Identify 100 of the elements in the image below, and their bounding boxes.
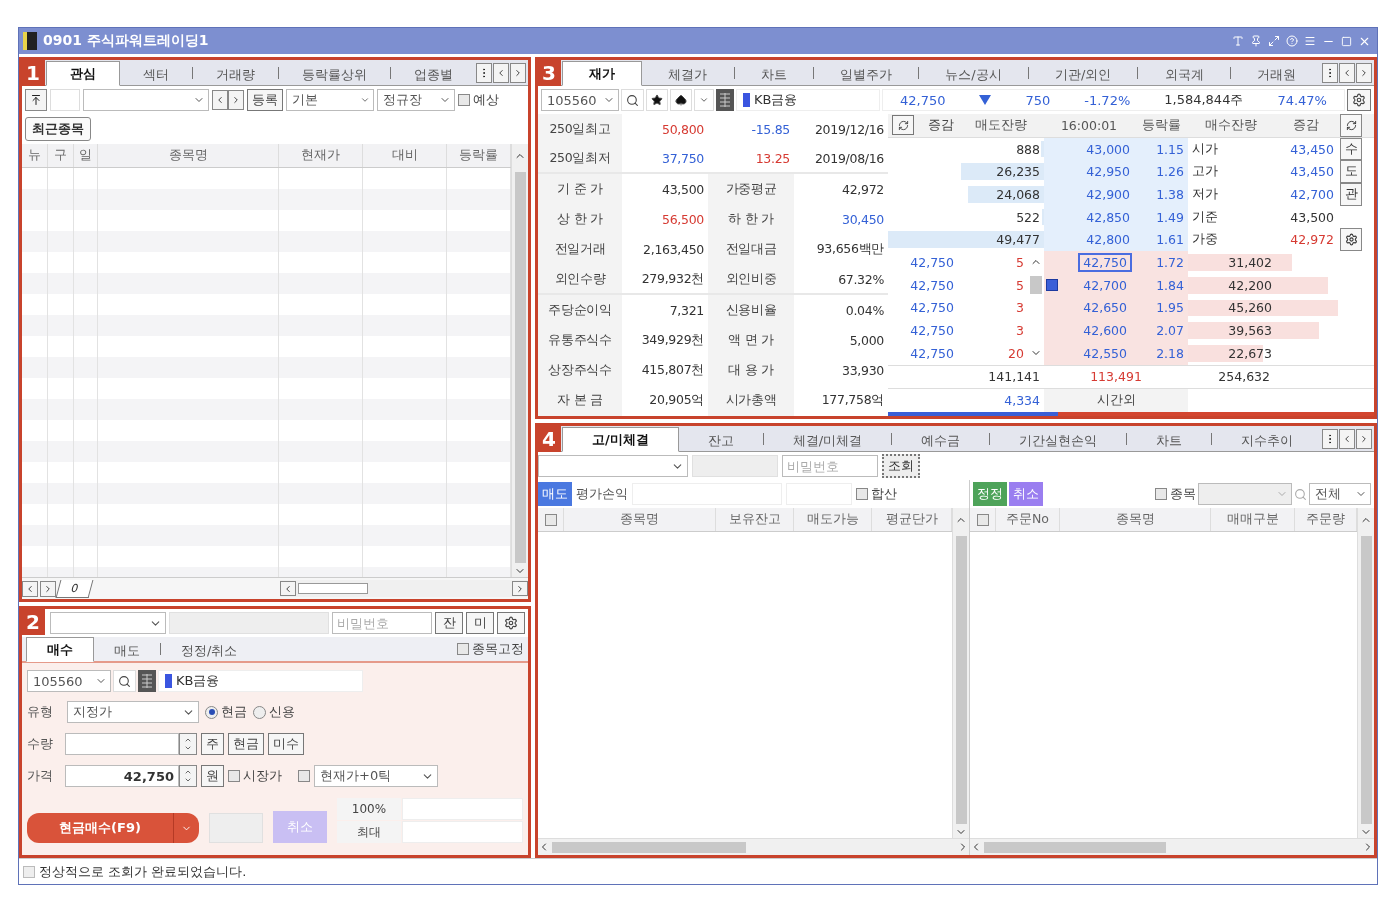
scrollbar[interactable] [538, 838, 969, 855]
spin-button[interactable] [179, 765, 197, 787]
ratio-label[interactable]: 100% [337, 798, 401, 820]
scroll-left-button[interactable] [212, 90, 228, 110]
sheet-tab[interactable]: 0 [55, 579, 94, 598]
scroll-up-button[interactable] [952, 508, 969, 532]
tab[interactable]: 일별주가 [813, 64, 919, 86]
refresh-button[interactable] [1340, 114, 1362, 137]
account-button[interactable]: 미 [466, 612, 494, 634]
column-header[interactable]: 대비 [363, 144, 447, 167]
session-dropdown[interactable]: 정규장 [377, 89, 455, 111]
tab-menu-button[interactable] [476, 62, 492, 83]
sheet-prev-button[interactable] [22, 580, 38, 597]
refresh-button[interactable] [892, 115, 914, 136]
price-mode-dropdown[interactable]: 현재가+0틱 [314, 765, 438, 787]
group-dropdown[interactable] [83, 89, 209, 111]
side-button[interactable]: 수 [1340, 137, 1362, 161]
checkbox[interactable]: 종목고정 [457, 640, 524, 658]
tab[interactable]: 기관/외인 [1028, 64, 1138, 86]
checkbox[interactable] [976, 513, 989, 526]
tab[interactable]: 차트 [1127, 430, 1212, 452]
scrollbar[interactable] [511, 168, 528, 577]
tab-menu-button[interactable] [1322, 62, 1339, 83]
scrollbar[interactable] [952, 532, 969, 838]
tab[interactable]: 고/미체결 [562, 427, 679, 452]
search-button[interactable] [113, 670, 136, 692]
ask-price[interactable]: 42,800 [1044, 228, 1134, 252]
scroll-right-button[interactable] [512, 581, 528, 596]
ask-price[interactable]: 42,900 [1044, 183, 1134, 206]
tab[interactable]: 관심 [46, 61, 120, 86]
tab[interactable]: 거래원 [1230, 64, 1323, 86]
sell-button[interactable]: 매도 [538, 482, 572, 506]
quantity-unit-button[interactable]: 주 [201, 733, 224, 755]
settings-button[interactable] [497, 612, 525, 634]
radio-button[interactable]: 신용 [253, 703, 295, 721]
scroll-right-button[interactable] [1356, 428, 1373, 449]
column-header[interactable]: 구 [48, 144, 74, 167]
stock-code-dropdown[interactable]: 105560 [541, 89, 619, 111]
account-dropdown[interactable] [50, 612, 166, 634]
ask-price[interactable]: 42,950 [1044, 160, 1134, 184]
expand-icon[interactable] [1268, 35, 1280, 47]
tab[interactable]: 정정/취소 [161, 640, 258, 662]
checkbox[interactable]: 예상 [458, 91, 499, 109]
side-button[interactable]: 관 [1340, 183, 1362, 206]
account-dropdown[interactable] [538, 455, 688, 477]
price-field[interactable]: 42,750 [65, 765, 179, 787]
tab[interactable]: 뉴스/공시 [919, 64, 1028, 86]
quantity-unit-button[interactable]: 미수 [268, 733, 304, 755]
scroll-up-button[interactable] [1357, 508, 1374, 532]
tab[interactable]: 지수추이 [1212, 430, 1323, 452]
quantity-unit-button[interactable]: 현금 [228, 733, 264, 755]
tab[interactable]: 체결가 [642, 64, 734, 86]
scroll-thumb[interactable] [1030, 276, 1042, 295]
tab[interactable]: 외국계 [1138, 64, 1230, 86]
tab[interactable]: 매도 [94, 640, 160, 662]
text-icon[interactable] [1232, 35, 1244, 47]
scrollbar[interactable] [1357, 532, 1374, 838]
buy-order-button[interactable]: 현금매수(F9) [27, 813, 199, 843]
scrollbar[interactable] [280, 580, 528, 597]
checkbox[interactable]: 종목 [1155, 485, 1196, 503]
radio-button[interactable]: 현금 [205, 703, 247, 721]
scroll-right-button[interactable] [228, 90, 244, 110]
column-header[interactable]: 일 [74, 144, 98, 167]
password-field[interactable]: 비밀번호 [332, 612, 432, 634]
account-button[interactable]: 잔 [435, 612, 463, 634]
tab[interactable]: 거래량 [193, 64, 278, 86]
column-header[interactable]: 현재가 [279, 144, 363, 167]
scroll-left-button[interactable] [280, 581, 296, 596]
column-header[interactable]: 매매구분 [1211, 508, 1295, 531]
tab[interactable]: 매수 [26, 637, 94, 662]
move-top-button[interactable] [25, 89, 47, 111]
recent-stocks-button[interactable]: 최근종목 [25, 117, 91, 141]
favorite-button[interactable] [646, 89, 668, 111]
side-button[interactable]: 도 [1340, 160, 1362, 184]
tab-menu-button[interactable] [1322, 428, 1339, 449]
column-header[interactable]: 주문No [996, 508, 1060, 531]
scroll-left-button[interactable] [1339, 428, 1356, 449]
input-field[interactable] [209, 813, 263, 843]
ratio-label[interactable]: 최대 [337, 821, 401, 843]
spin-button[interactable] [179, 733, 197, 755]
ask-price[interactable]: 42,850 [1044, 205, 1134, 229]
quantity-field[interactable] [65, 733, 179, 755]
help-icon[interactable] [1286, 35, 1298, 47]
checkbox[interactable]: 합산 [856, 485, 897, 503]
stock-dropdown[interactable] [1198, 483, 1292, 505]
scrollbar[interactable] [970, 838, 1374, 855]
tab[interactable]: 예수금 [892, 430, 990, 452]
scroll-left-button[interactable] [1339, 62, 1356, 83]
checkbox[interactable] [544, 513, 557, 526]
checkbox[interactable]: 시장가 [228, 767, 282, 785]
column-header[interactable]: 종목명 [98, 144, 279, 167]
tab[interactable]: 업종별 [391, 64, 476, 86]
buy-order-label[interactable]: 현금매수(F9) [27, 813, 173, 843]
menu-icon[interactable] [1304, 35, 1316, 47]
stock-code-dropdown[interactable]: 105560 [27, 670, 111, 692]
column-header[interactable]: 매도가능 [794, 508, 872, 531]
search-icon[interactable] [1294, 487, 1307, 501]
search-button[interactable] [621, 89, 644, 111]
password-field[interactable]: 비밀번호 [782, 455, 878, 477]
order-type-dropdown[interactable]: 지정가 [67, 701, 199, 723]
